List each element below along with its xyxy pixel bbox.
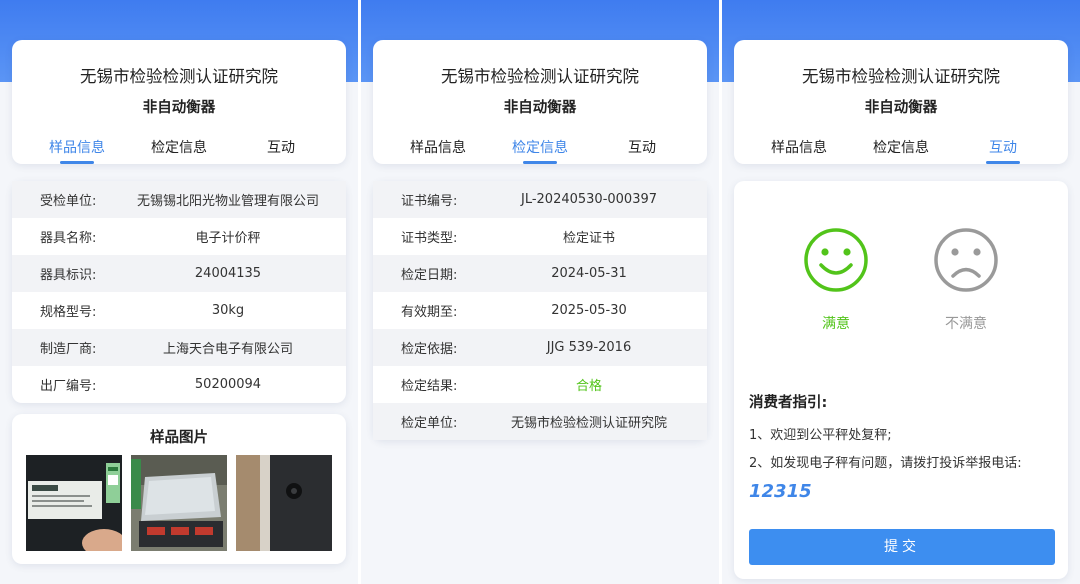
tab-sample-info[interactable]: 样品信息: [22, 137, 132, 164]
tab-interaction[interactable]: 互动: [226, 137, 336, 157]
complaint-phone: 12315: [749, 481, 812, 502]
table-row: 器具标识: 24004135: [12, 255, 346, 292]
table-row: 检定结果: 合格: [373, 366, 707, 403]
table-row: 证书类型: 检定证书: [373, 218, 707, 255]
table-row: 受检单位: 无锡锡北阳光物业管理有限公司: [12, 181, 346, 218]
tab-interaction[interactable]: 互动: [587, 137, 697, 157]
sample-photo-scale[interactable]: [131, 455, 227, 551]
sample-photo-side[interactable]: [236, 455, 332, 551]
row-value: 30kg: [211, 303, 245, 318]
table-row: 规格型号: 30kg: [12, 292, 346, 329]
row-label: 器具标识:: [40, 268, 97, 283]
satisfied-option[interactable]: 满意: [786, 227, 886, 337]
row-label: 证书编号:: [401, 194, 458, 209]
row-label: 检定单位:: [401, 416, 458, 431]
tab-interaction[interactable]: 互动: [948, 137, 1058, 164]
row-value: JL-20240530-000397: [520, 192, 658, 207]
feedback-card: 满意 不满意 消费者指引: 1、欢迎到公平秤处复秤; 2、如发现电子秤有问题，请…: [734, 181, 1068, 579]
active-tab-indicator: [523, 161, 557, 164]
table-row: 出厂编号: 50200094: [12, 366, 346, 403]
consumer-guide: 消费者指引: 1、欢迎到公平秤处复秤; 2、如发现电子秤有问题，请拨打投诉举报电…: [749, 391, 1022, 502]
row-value: 50200094: [194, 377, 262, 392]
table-row: 检定日期: 2024-05-31: [373, 255, 707, 292]
sample-pictures-card: 样品图片: [12, 414, 346, 564]
table-row: 制造厂商: 上海天合电子有限公司: [12, 329, 346, 366]
active-tab-indicator: [60, 161, 94, 164]
header-card: 无锡市检验检测认证研究院 非自动衡器 样品信息 检定信息 互动: [12, 40, 346, 164]
table-row: 检定单位: 无锡市检验检测认证研究院: [373, 403, 707, 440]
unsatisfied-label: 不满意: [945, 316, 987, 332]
submit-button[interactable]: 提交: [749, 529, 1055, 565]
header-card: 无锡市检验检测认证研究院 非自动衡器 样品信息 检定信息 互动: [734, 40, 1068, 164]
row-value: 电子计价秤: [195, 231, 261, 246]
unsatisfied-option[interactable]: 不满意: [916, 227, 1016, 337]
table-row: 检定依据: JJG 539-2016: [373, 329, 707, 366]
tab-sample-info[interactable]: 样品信息: [383, 137, 493, 157]
sample-info-screen: 无锡市检验检测认证研究院 非自动衡器 样品信息 检定信息 互动 受检单位: 无锡锡…: [0, 0, 358, 584]
row-value: 2024-05-31: [551, 266, 627, 281]
header-card: 无锡市检验检测认证研究院 非自动衡器 样品信息 检定信息 互动: [373, 40, 707, 164]
row-value: 检定证书: [562, 231, 615, 246]
pictures-title: 样品图片: [150, 430, 208, 446]
satisfied-label: 满意: [822, 316, 850, 332]
row-value: 24004135: [194, 266, 262, 281]
result-pass-value: 合格: [575, 379, 602, 394]
row-value: JJG 539-2016: [546, 340, 632, 355]
table-row: 有效期至: 2025-05-30: [373, 292, 707, 329]
device-type: 非自动衡器: [503, 100, 577, 116]
row-label: 制造厂商:: [40, 342, 97, 357]
institute-title: 无锡市检验检测认证研究院: [441, 67, 639, 86]
row-value: 无锡市检验检测认证研究院: [510, 416, 667, 431]
device-type: 非自动衡器: [864, 100, 938, 116]
tab-verification-info[interactable]: 检定信息: [485, 137, 595, 164]
row-label: 器具名称:: [40, 231, 97, 246]
row-label: 规格型号:: [40, 305, 97, 320]
row-label: 检定日期:: [401, 268, 458, 283]
tab-verification-info[interactable]: 检定信息: [124, 137, 234, 157]
verification-info-table: 证书编号: JL-20240530-000397 证书类型: 检定证书 检定日期: 2…: [373, 181, 707, 440]
table-row: 证书编号: JL-20240530-000397: [373, 181, 707, 218]
guide-line: 1、欢迎到公平秤处复秤;: [749, 428, 892, 443]
row-label: 有效期至:: [401, 305, 458, 320]
row-label: 出厂编号:: [40, 379, 97, 394]
device-type: 非自动衡器: [142, 100, 216, 116]
sample-info-table: 受检单位: 无锡锡北阳光物业管理有限公司 器具名称: 电子计价秤 器具标识: 2400…: [12, 181, 346, 403]
row-label: 检定结果:: [401, 379, 458, 394]
row-value: 无锡锡北阳光物业管理有限公司: [136, 194, 319, 209]
guide-title: 消费者指引:: [749, 395, 828, 411]
frown-icon: [934, 228, 998, 292]
smile-icon: [804, 228, 868, 292]
table-row: 器具名称: 电子计价秤: [12, 218, 346, 255]
tab-verification-info[interactable]: 检定信息: [846, 137, 956, 157]
row-label: 受检单位:: [40, 194, 97, 209]
institute-title: 无锡市检验检测认证研究院: [80, 67, 278, 86]
row-label: 证书类型:: [401, 231, 458, 246]
interaction-screen: 无锡市检验检测认证研究院 非自动衡器 样品信息 检定信息 互动 满意 不满意 消…: [722, 0, 1080, 584]
verification-info-screen: 无锡市检验检测认证研究院 非自动衡器 样品信息 检定信息 互动 证书编号: JL-…: [361, 0, 719, 584]
sample-photo-label[interactable]: [26, 455, 122, 551]
tab-sample-info[interactable]: 样品信息: [744, 137, 854, 157]
row-value: 上海天合电子有限公司: [162, 342, 293, 357]
guide-line: 2、如发现电子秤有问题，请拨打投诉举报电话:: [749, 456, 1022, 471]
row-label: 检定依据:: [401, 342, 458, 357]
institute-title: 无锡市检验检测认证研究院: [802, 67, 1000, 86]
row-value: 2025-05-30: [551, 303, 627, 318]
active-tab-indicator: [986, 161, 1020, 164]
